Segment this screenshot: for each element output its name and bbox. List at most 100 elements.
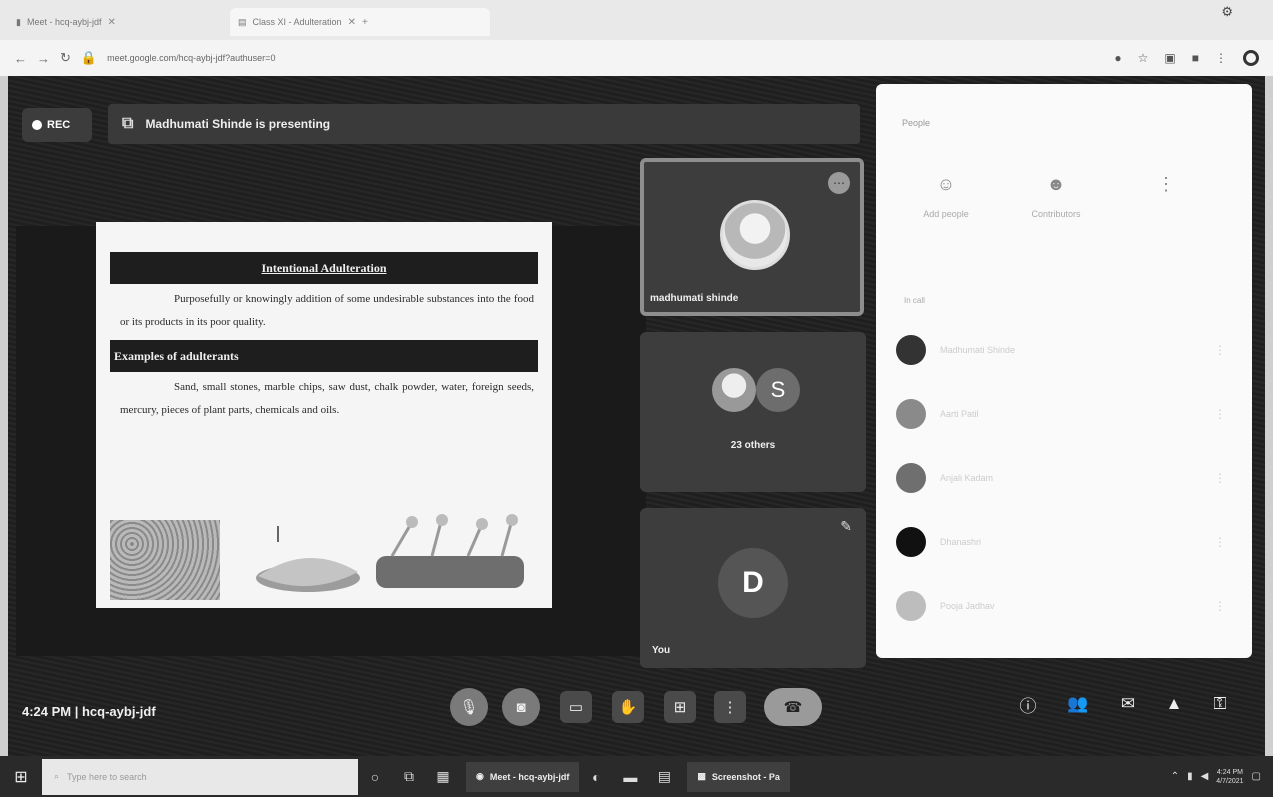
others-count: 23 others	[730, 440, 776, 451]
avatar	[712, 368, 756, 412]
lock-person-icon: ⚿	[1213, 694, 1227, 713]
camera-off-icon: ◙	[516, 698, 526, 716]
word-icon[interactable]: ▤	[647, 768, 681, 785]
record-dot-icon	[32, 120, 42, 130]
back-icon[interactable]: ←	[14, 51, 27, 66]
avatar	[896, 463, 926, 493]
person-name: Pooja Jadhav	[940, 601, 995, 611]
meet-stage: REC ⧉ Madhumati Shinde is presenting Int…	[8, 76, 1265, 756]
panel-tabs: ☺ Add people ☻ Contributors ⋮	[896, 174, 1236, 228]
slide-paragraph: Purposefully or knowingly addition of so…	[120, 293, 534, 328]
taskbar-search[interactable]: ⌕ Type here to search	[42, 758, 358, 795]
explorer-icon[interactable]: ◐	[579, 769, 613, 785]
pin-icon[interactable]: ✎	[840, 518, 852, 535]
captions-button[interactable]: ▭	[560, 691, 592, 723]
rec-badge: REC	[22, 108, 92, 142]
raise-hand-button[interactable]: ✋	[612, 691, 644, 723]
avatar	[896, 591, 926, 621]
more-options-icon[interactable]: ⋮	[1214, 407, 1226, 421]
avatar	[720, 200, 790, 270]
url-field[interactable]: meet.google.com/hcq-aybj-jdf?authuser=0	[107, 53, 467, 63]
extension-icon[interactable]: ▣	[1164, 51, 1175, 65]
people-panel: People ☺ Add people ☻ Contributors ⋮ In …	[876, 84, 1252, 658]
browser-tab-bar: ▮ Meet - hcq-aybj-jdf ✕ ▤ Class XI - Adu…	[0, 0, 1273, 40]
section-label: In call	[904, 296, 925, 305]
info-icon: ⓘ	[1019, 696, 1037, 716]
list-item[interactable]: Anjali Kadam ⋮	[896, 458, 1226, 498]
notification-icon[interactable]: ▢	[1252, 771, 1261, 782]
taskbar-app-paint[interactable]: ▩ Screenshot - Pa	[687, 761, 790, 792]
more-options-icon[interactable]: ⋮	[1214, 343, 1226, 357]
windows-start-icon[interactable]: ⊞	[0, 767, 42, 787]
participant-tile-others[interactable]: S 23 others	[640, 332, 866, 492]
presenting-banner: ⧉ Madhumati Shinde is presenting	[108, 104, 860, 144]
person-icon: ☺	[936, 174, 956, 194]
clock-time: 4:24 PM	[1216, 768, 1243, 776]
close-icon[interactable]: ✕	[348, 17, 356, 28]
app-label: Screenshot - Pa	[711, 771, 780, 782]
list-item[interactable]: Aarti Patil ⋮	[896, 394, 1226, 434]
store-icon[interactable]: ▦	[426, 768, 460, 785]
address-bar: ← → ↻ 🔒 meet.google.com/hcq-aybj-jdf?aut…	[0, 40, 1273, 76]
more-options-button[interactable]: ⋮	[714, 691, 746, 723]
activities-button[interactable]: ▲	[1158, 688, 1190, 720]
avatar	[896, 399, 926, 429]
rec-label: REC	[47, 119, 71, 131]
tab-meet[interactable]: ▮ Meet - hcq-aybj-jdf ✕	[8, 8, 230, 36]
host-controls-button[interactable]: ⚿	[1204, 688, 1236, 720]
leave-call-button[interactable]: ☎	[764, 688, 822, 726]
tab-label: Class XI - Adulteration	[252, 17, 342, 27]
folder-icon[interactable]: ▬	[613, 769, 647, 785]
cortana-icon[interactable]: ○	[358, 769, 392, 785]
more-options-icon[interactable]: ⋮	[1214, 471, 1226, 485]
camera-off-button[interactable]: ◙	[502, 688, 540, 726]
address-tools: ● ☆ ▣ ■ ⋮	[1114, 50, 1259, 66]
volume-icon[interactable]: ◀	[1201, 771, 1209, 782]
avatar	[896, 527, 926, 557]
new-tab-icon[interactable]: +	[362, 17, 368, 28]
more-options-icon[interactable]: ⋮	[1214, 535, 1226, 549]
more-options-icon[interactable]: ⋮	[1214, 599, 1226, 613]
people-button[interactable]: 👥	[1062, 688, 1094, 720]
slide-subheading: Examples of adulterants	[110, 340, 538, 372]
dish-image	[256, 526, 360, 592]
participant-tile-presenter[interactable]: ⋯ madhumati shinde	[640, 158, 864, 316]
network-icon[interactable]: ▮	[1187, 771, 1193, 782]
camera-icon[interactable]: ●	[1114, 51, 1121, 65]
list-item[interactable]: Dhanashri ⋮	[896, 522, 1226, 562]
profile-icon[interactable]	[1243, 50, 1259, 66]
avatar	[896, 335, 926, 365]
slide-paragraph: Sand, small stones, marble chips, saw du…	[120, 381, 534, 416]
taskbar: ⊞ ⌕ Type here to search ○ ⧉ ▦ ◉ Meet - h…	[0, 756, 1273, 797]
chat-button[interactable]: ✉	[1112, 688, 1144, 720]
tab-add-people[interactable]: ☺ Add people	[896, 174, 996, 219]
gear-icon[interactable]: ⚙	[1221, 4, 1233, 20]
app-label: Meet - hcq-aybj-jdf	[489, 771, 570, 782]
participant-name: madhumati shinde	[650, 293, 739, 304]
plants-image	[376, 514, 524, 588]
puzzle-icon[interactable]: ■	[1192, 51, 1199, 65]
present-button[interactable]: ⊞	[664, 691, 696, 723]
meet-favicon-icon: ▮	[16, 16, 21, 27]
more-options-icon[interactable]: ⋯	[828, 172, 850, 194]
tab-more[interactable]: ⋮	[1116, 174, 1216, 209]
task-view-icon[interactable]: ⧉	[392, 768, 426, 785]
meeting-details-button[interactable]: ⓘ	[1012, 688, 1044, 720]
mic-off-button[interactable]: 🎙	[450, 688, 488, 726]
reload-icon[interactable]: ↻	[60, 50, 71, 66]
tab-class[interactable]: ▤ Class XI - Adulteration ✕ +	[230, 8, 490, 36]
close-icon[interactable]: ✕	[107, 17, 115, 28]
tab-label: Add people	[923, 209, 969, 219]
menu-icon[interactable]: ⋮	[1215, 51, 1227, 65]
tab-contributors[interactable]: ☻ Contributors	[1006, 174, 1106, 219]
forward-icon[interactable]: →	[37, 51, 50, 66]
clock[interactable]: 4:24 PM 4/7/2021	[1216, 768, 1243, 786]
list-item[interactable]: Pooja Jadhav ⋮	[896, 586, 1226, 626]
taskbar-app-chrome[interactable]: ◉ Meet - hcq-aybj-jdf	[466, 761, 580, 792]
star-icon[interactable]: ☆	[1138, 51, 1149, 65]
list-item[interactable]: Madhumati Shinde ⋮	[896, 330, 1226, 370]
chevron-up-icon[interactable]: ⌃	[1171, 771, 1179, 782]
captions-icon: ▭	[568, 699, 584, 716]
participant-tile-self[interactable]: ✎ D You	[640, 508, 866, 668]
chat-icon: ✉	[1120, 694, 1136, 713]
